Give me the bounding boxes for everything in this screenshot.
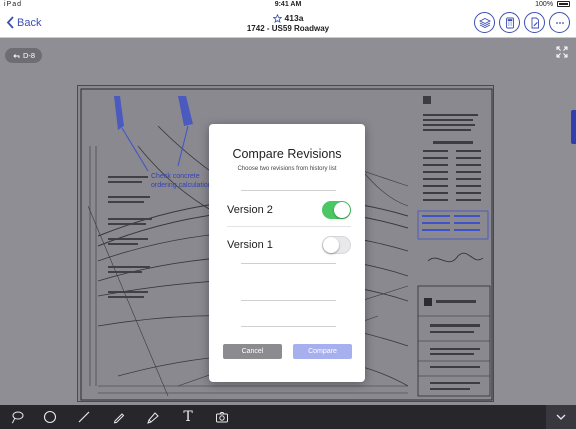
- document-edit-icon: [531, 17, 539, 28]
- divider: [241, 190, 336, 191]
- dialog-title: Compare Revisions: [232, 147, 342, 161]
- highlighter-tool[interactable]: [145, 409, 161, 425]
- line-icon: [78, 411, 90, 423]
- side-panel-handle[interactable]: [571, 110, 576, 144]
- revision-row[interactable]: Version 1: [227, 235, 351, 257]
- sheet-number: 413a: [284, 13, 304, 23]
- toggle-knob: [323, 237, 339, 253]
- compare-button[interactable]: Compare: [293, 344, 352, 359]
- camera-icon: [216, 412, 228, 423]
- battery-icon: [557, 1, 570, 7]
- dialog-subtitle: Choose two revisions from history list: [237, 166, 337, 172]
- layers-button[interactable]: [474, 12, 495, 33]
- line-tool[interactable]: [76, 409, 92, 425]
- revision-toggle[interactable]: [322, 236, 351, 254]
- revision-label: Version 1: [227, 239, 273, 251]
- revision-label: Version 2: [227, 204, 273, 216]
- circle-icon: [43, 410, 57, 424]
- calculator-button[interactable]: [499, 12, 520, 33]
- lasso-tool[interactable]: [9, 409, 25, 425]
- status-battery: 100%: [535, 1, 570, 8]
- text-tool[interactable]: T: [180, 409, 196, 425]
- calculator-icon: [505, 17, 514, 28]
- camera-tool[interactable]: [214, 409, 230, 425]
- status-bar: iPad 9:41 AM 100%: [0, 0, 576, 10]
- pen-tool[interactable]: [111, 409, 127, 425]
- text-icon: T: [183, 409, 193, 425]
- revision-row[interactable]: Version 2: [227, 200, 351, 222]
- more-button[interactable]: [549, 12, 570, 33]
- lasso-icon: [11, 411, 24, 424]
- markup-note[interactable]: Check concrete ordering calculation: [151, 173, 212, 190]
- divider: [241, 326, 336, 327]
- chevron-down-icon: [556, 414, 566, 420]
- layers-icon: [478, 17, 491, 28]
- battery-percent: 100%: [535, 1, 554, 8]
- collapse-toolbar-button[interactable]: [546, 405, 576, 429]
- pen-icon: [113, 413, 125, 424]
- nav-bar: Back 413a 1742 - US59 Roadway: [0, 10, 576, 38]
- markup-note-line-1: Check concrete: [151, 173, 200, 180]
- star-icon[interactable]: [272, 13, 282, 23]
- nav-actions: [474, 12, 570, 33]
- circle-tool[interactable]: [42, 409, 58, 425]
- sheet-link-label: D-8: [23, 51, 36, 60]
- compare-revisions-dialog: Compare Revisions Choose two revisions f…: [209, 124, 365, 382]
- markup-toolbar: T: [0, 405, 576, 429]
- row-divider: [227, 226, 351, 227]
- markup-note-line-2: ordering calculation: [151, 181, 212, 189]
- return-arrow-icon: [13, 53, 20, 58]
- expand-icon[interactable]: [556, 46, 568, 58]
- highlighter-icon: [147, 412, 159, 424]
- toggle-knob: [334, 202, 350, 218]
- divider: [241, 300, 336, 301]
- divider: [241, 263, 336, 264]
- cancel-button[interactable]: Cancel: [223, 344, 282, 359]
- document-edit-button[interactable]: [524, 12, 545, 33]
- revision-toggle[interactable]: [322, 201, 351, 219]
- more-icon: [555, 21, 564, 24]
- drawing-viewer[interactable]: D-8 Check concrete ordering calculation …: [0, 38, 576, 405]
- sheet-link-badge[interactable]: D-8: [5, 48, 43, 63]
- status-time: 9:41 AM: [274, 1, 302, 8]
